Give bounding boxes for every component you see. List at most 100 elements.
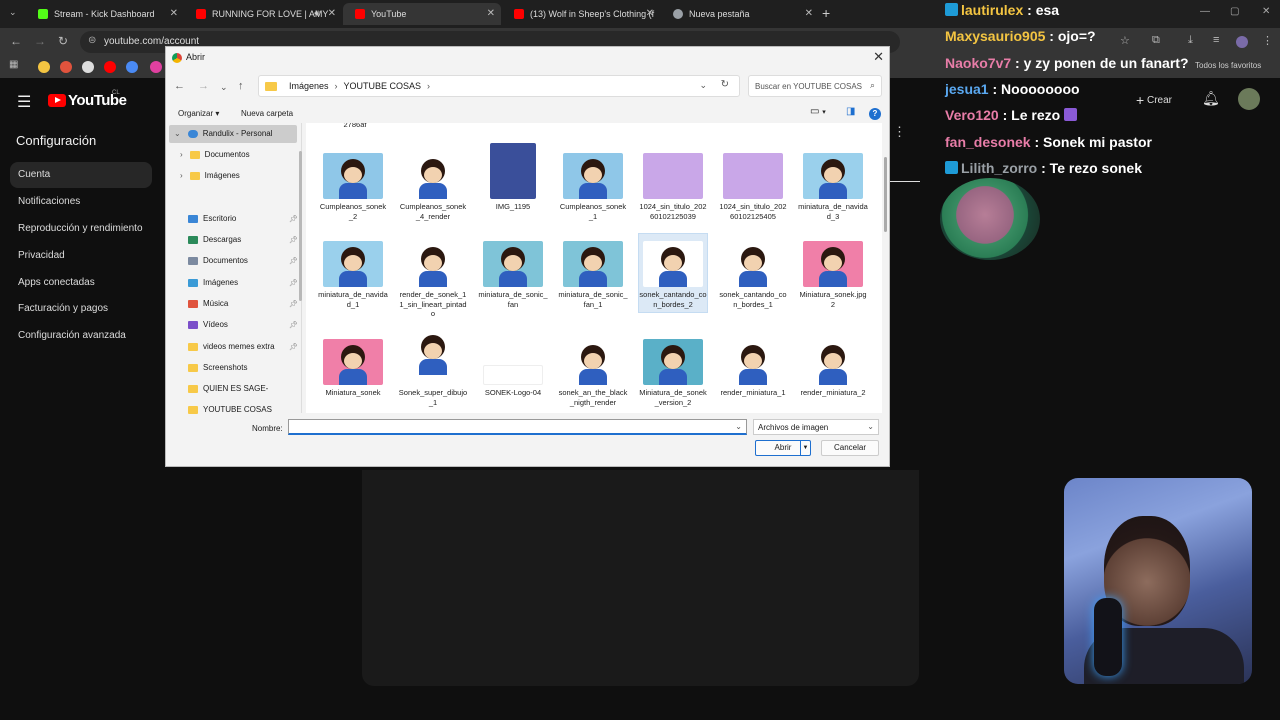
chevron-right-icon[interactable]: › <box>180 150 183 159</box>
organize-menu[interactable]: Organizar ▾ <box>178 109 219 118</box>
audio-playing-icon[interactable]: 🔊︎ <box>314 8 320 19</box>
bookmark-icon[interactable] <box>126 61 138 73</box>
sidebar-item-account[interactable]: Cuenta <box>10 162 152 188</box>
file-item[interactable]: Cumpleanos_sonek_1 <box>558 153 628 221</box>
sidebar-item-connected-apps[interactable]: Apps conectadas <box>10 270 152 296</box>
new-folder-button[interactable]: Nueva carpeta <box>241 109 293 118</box>
breadcrumb-item[interactable]: YOUTUBE COSAS <box>344 81 422 91</box>
file-item[interactable]: miniatura_de_sonic_fan <box>478 241 548 309</box>
minimize-icon[interactable]: — <box>1200 6 1210 17</box>
file-item[interactable]: Sonek_super_dibujo_1 <box>398 329 468 407</box>
open-button[interactable]: Abrir ▼ <box>755 440 811 456</box>
tab-new-tab[interactable]: Nueva pestaña ✕ <box>661 3 819 25</box>
help-icon[interactable]: ? <box>869 108 881 120</box>
back-icon[interactable]: ← <box>10 34 22 48</box>
file-item[interactable]: sonek_an_the_black_nigth_render <box>558 339 628 407</box>
notifications-bell-icon[interactable]: 🔔︎ <box>1202 90 1220 107</box>
tree-item-imagenes[interactable]: › Imágenes <box>180 171 240 180</box>
file-name-input[interactable]: ⌄ <box>288 419 747 435</box>
close-tab-icon[interactable]: ✕ <box>805 8 813 19</box>
more-options-icon[interactable]: ⋮ <box>893 124 906 140</box>
tree-item-imagenes-quick[interactable]: Imágenes 📌︎ <box>188 278 298 287</box>
back-icon[interactable]: ← <box>174 80 185 92</box>
tab-wolf-in-sheeps-clothing[interactable]: (13) Wolf in Sheep's Clothing (f ✕ <box>502 3 660 25</box>
profile-avatar[interactable] <box>1236 36 1248 48</box>
recent-locations-icon[interactable]: ⌄ <box>220 82 228 93</box>
file-item[interactable]: miniatura_de_navidad_3 <box>798 153 868 221</box>
file-item[interactable]: Cumpleanos_sonek_2 <box>318 153 388 221</box>
close-tab-icon[interactable]: ✕ <box>170 8 178 19</box>
file-item-partial[interactable]: 2786af <box>320 123 390 130</box>
account-avatar[interactable] <box>1238 88 1260 110</box>
close-tab-icon[interactable]: ✕ <box>328 8 336 19</box>
file-item[interactable]: miniatura_de_sonic_fan_1 <box>558 241 628 309</box>
tree-item-documentos[interactable]: › Documentos <box>180 150 250 159</box>
tree-item-videos[interactable]: Vídeos 📌︎ <box>188 320 298 329</box>
bookmark-icon[interactable] <box>38 61 50 73</box>
close-tab-icon[interactable]: ✕ <box>487 8 495 19</box>
tab-list-icon[interactable]: ⌄ <box>9 7 17 18</box>
file-item[interactable]: render_miniatura_1 <box>718 339 788 398</box>
maximize-icon[interactable]: ▢ <box>1230 6 1239 17</box>
bookmark-icon[interactable] <box>150 61 162 73</box>
file-item[interactable]: render_miniatura_2 <box>798 339 868 398</box>
refresh-icon[interactable]: ↻ <box>721 79 729 90</box>
file-item[interactable]: Miniatura_sonek.jpg2 <box>798 241 868 309</box>
chevron-down-icon[interactable]: ⌄ <box>174 129 181 138</box>
tree-item-quien-es-sage[interactable]: QUIEN ES SAGE- <box>188 384 268 393</box>
file-item[interactable]: Miniatura_sonek <box>318 339 388 398</box>
file-item[interactable]: SONEK-Logo-04 <box>478 339 548 398</box>
reload-icon[interactable]: ↻ <box>58 34 68 48</box>
close-dialog-icon[interactable]: ✕ <box>873 49 884 65</box>
close-tab-icon[interactable]: ✕ <box>646 8 654 19</box>
up-folder-icon[interactable]: ↑ <box>238 80 244 92</box>
sidebar-item-privacy[interactable]: Privacidad <box>10 243 152 269</box>
tree-item-videos-memes-extra[interactable]: videos memes extra 📌︎ <box>188 342 298 351</box>
tree-item-youtube-cosas[interactable]: YOUTUBE COSAS <box>188 405 272 414</box>
breadcrumb[interactable]: Imágenes › YOUTUBE COSAS › ⌄ ↻ <box>258 75 740 97</box>
hamburger-menu-icon[interactable]: ☰ <box>17 92 31 112</box>
extensions-icon[interactable]: ⧉ <box>1152 34 1160 47</box>
file-item[interactable]: sonek_cantando_con_bordes_1 <box>718 241 788 309</box>
chevron-down-icon[interactable]: ⌄ <box>735 422 742 431</box>
media-controls-icon[interactable]: ≡ <box>1213 34 1219 46</box>
site-info-icon[interactable]: ⊜ <box>88 35 96 46</box>
create-button[interactable]: + Crear <box>1136 92 1172 108</box>
file-item[interactable]: Cumpleanos_sonek_4_render <box>398 153 468 221</box>
download-icon[interactable]: ⤓ <box>1188 34 1193 47</box>
bookmark-star-icon[interactable]: ☆ <box>1120 34 1130 47</box>
sidebar-item-notifications[interactable]: Notificaciones <box>10 189 152 215</box>
menu-icon[interactable]: ⋮ <box>1262 34 1273 47</box>
tree-item-documentos-quick[interactable]: Documentos 📌︎ <box>188 256 298 265</box>
bookmark-icon[interactable] <box>104 61 116 73</box>
split-dropdown-icon[interactable]: ▼ <box>800 441 810 455</box>
chevron-right-icon[interactable]: › <box>180 171 183 180</box>
view-options-icon[interactable]: ▭ ▾ <box>810 106 826 117</box>
bookmark-icon[interactable] <box>60 61 72 73</box>
scrollbar[interactable] <box>884 157 887 232</box>
tree-item-onedrive[interactable]: ⌄ Randulix - Personal <box>174 129 273 138</box>
tab-youtube[interactable]: YouTube ✕ <box>343 3 501 25</box>
all-favorites-link[interactable]: Todos los favoritos <box>1195 61 1261 70</box>
close-window-icon[interactable]: ✕ <box>1262 6 1270 17</box>
tree-item-descargas[interactable]: Descargas 📌︎ <box>188 235 298 244</box>
file-item[interactable]: 1024_sin_titulo_20260102125039 <box>638 153 708 221</box>
tree-item-musica[interactable]: Música 📌︎ <box>188 299 298 308</box>
tab-kick-dashboard[interactable]: Stream - Kick Dashboard ✕ <box>26 3 184 25</box>
sidebar-item-billing[interactable]: Facturación y pagos <box>10 296 152 322</box>
new-tab-button[interactable]: + <box>822 5 830 21</box>
sidebar-item-playback[interactable]: Reproducción y rendimiento <box>10 216 152 242</box>
forward-icon[interactable]: → <box>34 34 46 48</box>
cancel-button[interactable]: Cancelar <box>821 440 879 456</box>
bookmark-icon[interactable] <box>82 61 94 73</box>
sidebar-item-advanced[interactable]: Configuración avanzada <box>10 323 152 349</box>
file-type-select[interactable]: Archivos de imagen ⌄ <box>753 419 879 435</box>
search-input[interactable]: Buscar en YOUTUBE COSAS ⌕ <box>748 75 882 97</box>
file-item-selected[interactable]: sonek_cantando_con_bordes_2 <box>638 233 708 313</box>
file-item[interactable]: Miniatura_de_sonek_version_2 <box>638 339 708 407</box>
tree-item-screenshots[interactable]: Screenshots <box>188 363 247 372</box>
file-item[interactable]: miniatura_de_navidad_1 <box>318 241 388 309</box>
tab-running-for-love[interactable]: RUNNING FOR LOVE | AMY 🔊︎ ✕ <box>184 3 342 25</box>
file-item[interactable]: render_de_sonek_11_sin_lineart_pintado <box>398 241 468 319</box>
breadcrumb-item[interactable]: Imágenes <box>289 81 329 91</box>
